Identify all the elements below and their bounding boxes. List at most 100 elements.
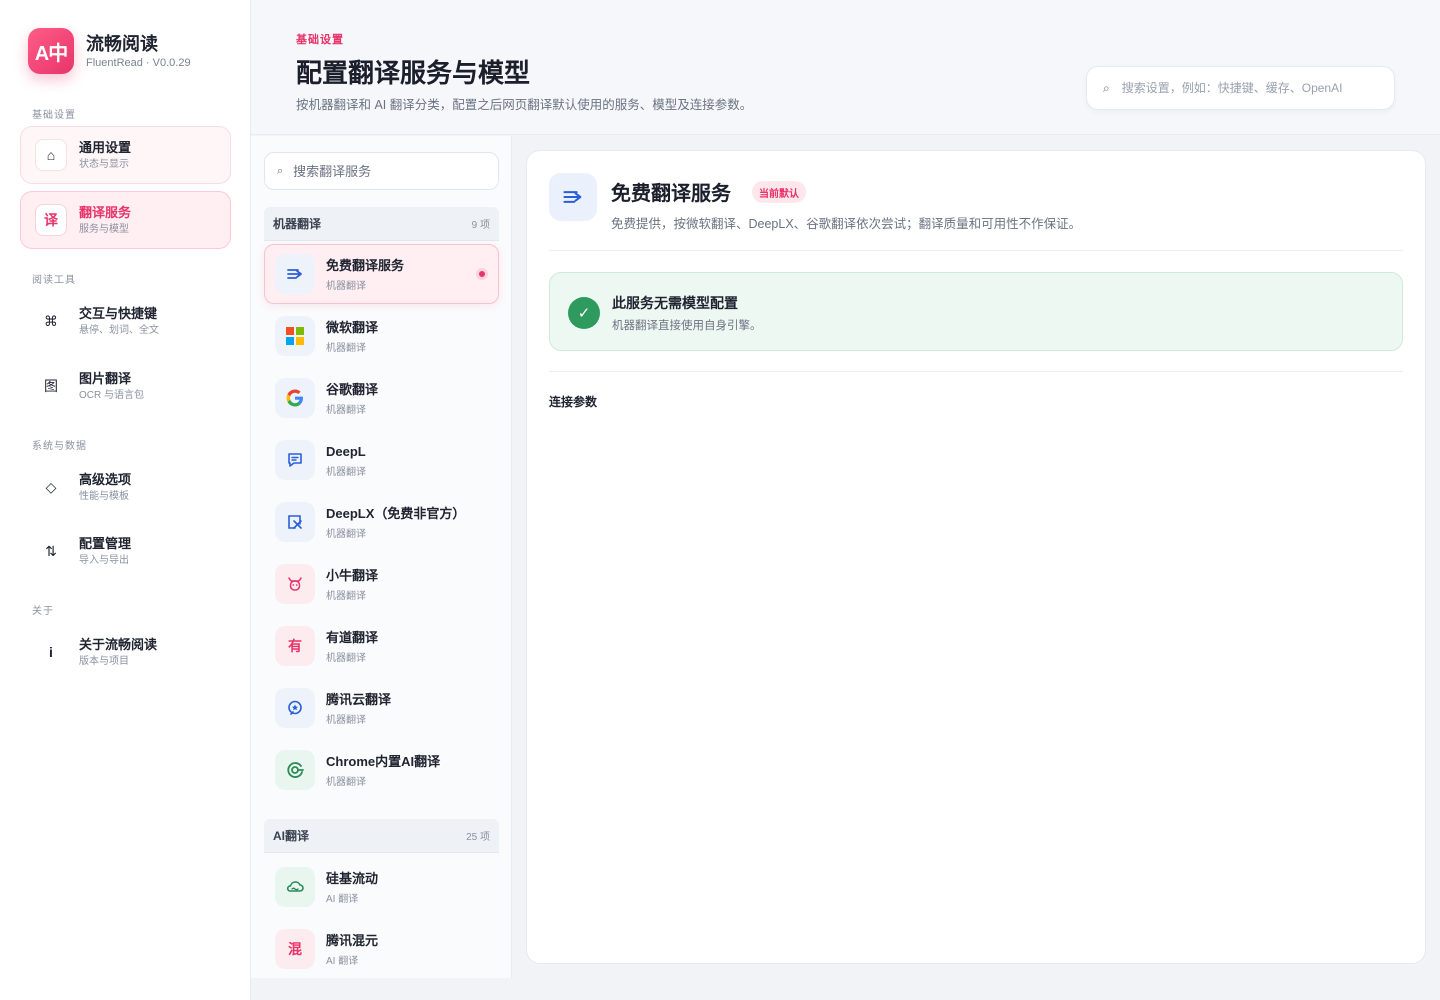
check-icon: ✓ [568, 297, 600, 329]
translate-char-icon: 译 [35, 204, 67, 236]
ox-face-icon [275, 564, 315, 604]
sidebar-item-advanced[interactable]: ◇ 高级选项性能与模板 [20, 458, 231, 516]
service-category: AI 翻译 [326, 955, 359, 967]
sidebar-item-interaction[interactable]: ⌘ 交互与快捷键 悬停、划词、全文 [20, 292, 231, 350]
service-category: 机器翻译 [326, 590, 366, 602]
service-name: 谷歌翻译 [326, 381, 379, 397]
service-item-google[interactable]: 谷歌翻译 机器翻译 [264, 368, 499, 428]
notice-subtitle: 机器翻译直接使用自身引擎。 [612, 320, 762, 332]
app-name: 流畅阅读 [86, 34, 158, 54]
chat-doc-icon [275, 440, 315, 480]
detail-description: 免费提供，按微软翻译、DeepLX、谷歌翻译依次尝试；翻译质量和可用性不作保证。 [611, 217, 1082, 231]
diamond-icon: ◇ [45, 478, 57, 495]
microsoft-logo-icon [275, 316, 315, 356]
sidebar: A中 流畅阅读 FluentRead · V0.0.29 基础设置 ⌂ 通用设置… [0, 0, 251, 1000]
service-name: 免费翻译服务 [326, 257, 405, 273]
service-name: 腾讯混元 [326, 932, 379, 948]
app-logo-icon: A中 [28, 28, 74, 74]
sidebar-item-title: 通用设置 [79, 139, 132, 155]
service-category: 机器翻译 [326, 714, 366, 726]
service-name: 腾讯云翻译 [326, 691, 392, 707]
divider [549, 250, 1403, 251]
sidebar-item-sub: 悬停、划词、全文 [79, 324, 159, 336]
sidebar-item-title: 翻译服务 [79, 204, 132, 220]
info-icon: i [49, 644, 53, 660]
category-name: AI翻译 [273, 829, 310, 843]
sidebar-item-title: 关于流畅阅读 [79, 636, 158, 652]
service-name: 小牛翻译 [326, 567, 379, 583]
deeplx-x-icon [275, 502, 315, 542]
sidebar-item-general[interactable]: ⌂ 通用设置状态与显示 [20, 126, 231, 184]
arrow-lines-icon [549, 173, 597, 221]
service-category: 机器翻译 [326, 404, 366, 416]
sidebar-item-sub: 状态与显示 [79, 158, 129, 170]
sidebar-item-sub: OCR 与语言包 [79, 389, 144, 401]
sidebar-item-sub: 性能与模板 [79, 490, 129, 502]
service-item-chrome-ai[interactable]: Chrome内置AI翻译机器翻译 [264, 740, 499, 800]
command-icon: ⌘ [44, 312, 58, 329]
category-count: 25 项 [466, 832, 490, 843]
sidebar-item-title: 图片翻译 [79, 370, 132, 386]
service-item-deeplx[interactable]: DeepLX（免费非官方） 机器翻译 [264, 492, 499, 552]
category-count: 9 项 [471, 220, 490, 231]
sidebar-item-title: 配置管理 [79, 535, 132, 551]
chrome-swirl-icon [275, 750, 315, 790]
no-model-notice: ✓ 此服务无需模型配置 机器翻译直接使用自身引擎。 [549, 272, 1403, 351]
service-list-panel: ⌕ 机器翻译 9 项 免费翻译服务机器翻译 微软翻译机器翻译 谷歌翻译机器翻译 … [251, 136, 512, 978]
category-name: 机器翻译 [273, 217, 322, 231]
global-search-input[interactable] [1121, 81, 1372, 95]
selected-dot-icon [476, 268, 488, 280]
app-version: FluentRead · V0.0.29 [86, 57, 191, 69]
notice-title: 此服务无需模型配置 [612, 295, 738, 311]
nav-group-reading-tools: 阅读工具 [32, 275, 76, 286]
service-item-free[interactable]: 免费翻译服务 机器翻译 [264, 244, 499, 304]
detail-title: 免费翻译服务 [611, 183, 731, 205]
search-icon: ⌕ [1103, 80, 1110, 95]
sidebar-item-sub: 导入与导出 [79, 554, 129, 566]
service-item-hunyuan[interactable]: 混 腾讯混元 AI 翻译 [264, 919, 499, 978]
service-category: 机器翻译 [326, 342, 366, 354]
service-item-microsoft[interactable]: 微软翻译 机器翻译 [264, 306, 499, 366]
sidebar-item-title: 高级选项 [79, 471, 132, 487]
global-search[interactable]: ⌕ [1086, 66, 1395, 110]
service-name: DeepLX（免费非官方） [326, 505, 466, 521]
service-item-niutrans[interactable]: 小牛翻译 机器翻译 [264, 554, 499, 614]
brand[interactable]: A中 流畅阅读 FluentRead · V0.0.29 [28, 28, 191, 74]
swap-arrows-icon: ⇅ [45, 542, 57, 559]
image-char-icon: 图 [44, 378, 58, 394]
service-item-tencent-cloud[interactable]: 腾讯云翻译 机器翻译 [264, 678, 499, 738]
category-ai-header[interactable]: AI翻译 25 项 [264, 819, 499, 853]
page-eyebrow: 基础设置 [296, 34, 344, 46]
cloud-icon [275, 867, 315, 907]
search-icon: ⌕ [277, 164, 284, 177]
service-name: DeepL [326, 443, 366, 459]
sidebar-item-image-translate[interactable]: 图 图片翻译 OCR 与语言包 [20, 357, 231, 415]
arrow-lines-icon [275, 254, 315, 294]
service-name: 微软翻译 [326, 319, 379, 335]
service-name: 有道翻译 [326, 629, 379, 645]
youdao-char-icon: 有 [275, 626, 315, 666]
page-description: 按机器翻译和 AI 翻译分类，配置之后网页翻译默认使用的服务、模型及连接参数。 [296, 98, 753, 112]
service-item-youdao[interactable]: 有 有道翻译机器翻译 [264, 616, 499, 676]
service-search[interactable]: ⌕ [264, 152, 499, 190]
sidebar-item-sub: 服务与模型 [79, 223, 129, 235]
home-icon: ⌂ [35, 139, 67, 171]
page-header: 基础设置 配置翻译服务与模型 按机器翻译和 AI 翻译分类，配置之后网页翻译默认… [251, 0, 1440, 135]
service-name: Chrome内置AI翻译 [326, 753, 441, 769]
service-item-siliconflow[interactable]: 硅基流动 AI 翻译 [264, 857, 499, 917]
sidebar-item-config[interactable]: ⇅ 配置管理导入与导出 [20, 522, 231, 580]
sidebar-item-translate-service[interactable]: 译 翻译服务服务与模型 [20, 191, 231, 249]
nav-group-system: 系统与数据 [32, 441, 87, 452]
service-category: AI 翻译 [326, 893, 359, 905]
service-category: 机器翻译 [326, 776, 366, 788]
service-item-deepl[interactable]: DeepL 机器翻译 [264, 430, 499, 490]
service-name: 硅基流动 [326, 870, 379, 886]
category-machine-header[interactable]: 机器翻译 9 项 [264, 207, 499, 241]
service-detail-panel: 免费翻译服务 当前默认 免费提供，按微软翻译、DeepLX、谷歌翻译依次尝试；翻… [526, 150, 1426, 964]
hunyuan-char-icon: 混 [275, 929, 315, 969]
nav-group-basic: 基础设置 [32, 110, 76, 121]
service-category: 机器翻译 [326, 466, 366, 478]
sidebar-item-about[interactable]: i 关于流畅阅读 版本与项目 [20, 623, 231, 681]
service-search-input[interactable] [293, 163, 484, 179]
service-category: 机器翻译 [326, 652, 366, 664]
